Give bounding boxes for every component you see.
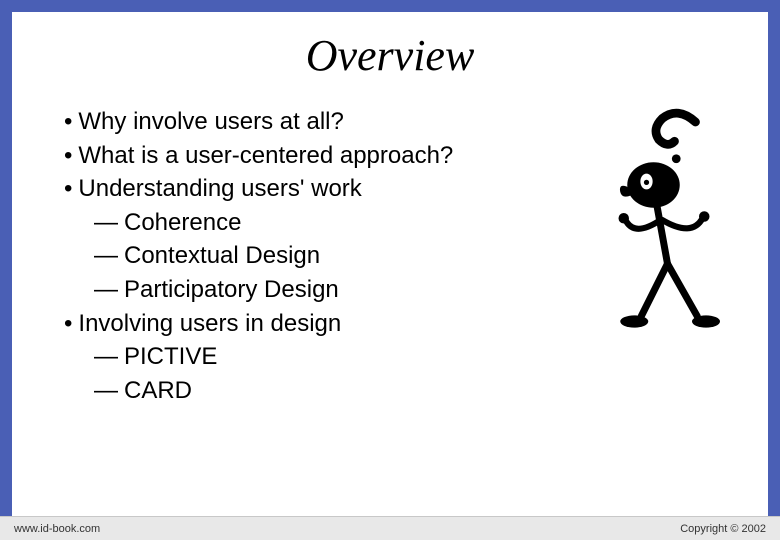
sub-bullet-item: PICTIVE xyxy=(64,340,598,374)
bullet-text: Why involve users at all? xyxy=(78,105,343,139)
footer-left: www.id-book.com xyxy=(14,523,100,535)
sub-bullet-item: Coherence xyxy=(64,206,598,240)
sub-bullet-item: Participatory Design xyxy=(64,273,598,307)
bullet-item: Involving users in design xyxy=(64,307,598,341)
bullet-text: CARD xyxy=(124,374,192,408)
slide-body: Why involve users at all? What is a user… xyxy=(12,105,768,407)
bullet-text: Contextual Design xyxy=(124,239,320,273)
sub-bullet-item: CARD xyxy=(64,374,598,408)
sub-bullet-item: Contextual Design xyxy=(64,239,598,273)
bullet-text: Participatory Design xyxy=(124,273,339,307)
bullet-text: Involving users in design xyxy=(78,307,341,341)
bullet-item: Understanding users' work xyxy=(64,172,598,206)
footer-right: Copyright © 2002 xyxy=(680,523,766,535)
bullet-text: Understanding users' work xyxy=(78,172,361,206)
footer: www.id-book.com Copyright © 2002 xyxy=(0,516,780,540)
slide-frame: Overview Why involve users at all? What … xyxy=(12,12,768,516)
bullet-item: What is a user-centered approach? xyxy=(64,139,598,173)
bullet-text: PICTIVE xyxy=(124,340,217,374)
bullet-list: Why involve users at all? What is a user… xyxy=(64,105,598,407)
bullet-item: Why involve users at all? xyxy=(64,105,598,139)
bullet-text: What is a user-centered approach? xyxy=(78,139,453,173)
bullet-text: Coherence xyxy=(124,206,241,240)
thinking-person-question-mark-icon xyxy=(608,105,748,340)
slide-title: Overview xyxy=(12,30,768,81)
